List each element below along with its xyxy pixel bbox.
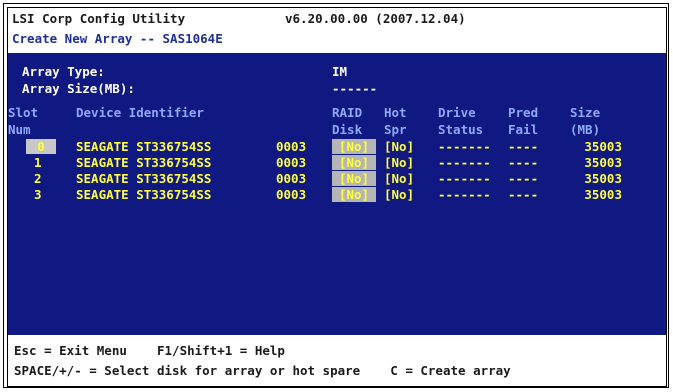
col-drive-header: Drive <box>438 105 476 120</box>
array-size-value: ------ <box>332 81 378 96</box>
col-pred-header: Pred <box>508 105 539 120</box>
screen-subtitle: Create New Array -- SAS1064E <box>12 31 223 46</box>
device-cell: SEAGATE ST336754SS <box>76 155 212 170</box>
rev-cell: 0003 <box>276 139 307 154</box>
pred-fail-cell: ---- <box>508 171 539 186</box>
pred-fail-cell: ---- <box>508 139 539 154</box>
raid-disk-cell[interactable]: [No] <box>332 155 376 170</box>
drive-status-cell: ------- <box>438 155 491 170</box>
size-cell: 35003 <box>584 155 622 170</box>
hot-spare-cell[interactable]: [No] <box>384 171 414 186</box>
col-slot-header-2: Num <box>8 122 31 137</box>
drive-status-cell: ------- <box>438 139 491 154</box>
version-label: v6.20.00.00 (2007.12.04) <box>285 11 466 26</box>
array-size-label: Array Size(MB): <box>22 81 135 96</box>
col-drive-header-2: Status <box>438 122 484 137</box>
col-pred-header-2: Fail <box>508 122 539 137</box>
col-device-header: Device Identifier <box>76 105 204 120</box>
size-cell: 35003 <box>584 187 622 202</box>
slot-cell[interactable]: 1 <box>34 155 42 170</box>
slot-cell[interactable]: 0 <box>26 139 56 154</box>
raid-disk-cell[interactable]: [No] <box>332 187 376 202</box>
size-cell: 35003 <box>584 171 622 186</box>
pred-fail-cell: ---- <box>508 155 539 170</box>
header-bar: LSI Corp Config Utility v6.20.00.00 (200… <box>8 8 666 53</box>
raid-disk-cell[interactable]: [No] <box>332 171 376 186</box>
rev-cell: 0003 <box>276 171 307 186</box>
array-type-label: Array Type: <box>22 64 105 79</box>
hot-spare-cell[interactable]: [No] <box>384 187 414 202</box>
slot-cell[interactable]: 3 <box>34 187 42 202</box>
col-hot-header-2: Spr <box>384 122 407 137</box>
device-cell: SEAGATE ST336754SS <box>76 139 212 154</box>
col-slot-header: Slot <box>8 105 39 120</box>
size-cell: 35003 <box>584 139 622 154</box>
help-footer: Esc = Exit Menu F1/Shift+1 = Help SPACE/… <box>8 335 666 386</box>
col-raid-header-2: Disk <box>332 122 363 137</box>
array-type-value: IM <box>332 64 348 79</box>
help-line-2: SPACE/+/- = Select disk for array or hot… <box>14 363 511 378</box>
drive-status-cell: ------- <box>438 171 491 186</box>
bios-screen: LSI Corp Config Utility v6.20.00.00 (200… <box>7 7 667 387</box>
help-line-1: Esc = Exit Menu F1/Shift+1 = Help <box>14 343 285 358</box>
slot-cell[interactable]: 2 <box>34 171 42 186</box>
col-size-header-2: (MB) <box>570 122 601 137</box>
rev-cell: 0003 <box>276 187 307 202</box>
device-cell: SEAGATE ST336754SS <box>76 187 212 202</box>
rev-cell: 0003 <box>276 155 307 170</box>
app-title: LSI Corp Config Utility <box>12 11 186 26</box>
raid-disk-cell[interactable]: [No] <box>332 139 376 154</box>
device-cell: SEAGATE ST336754SS <box>76 171 212 186</box>
hot-spare-cell[interactable]: [No] <box>384 155 414 170</box>
pred-fail-cell: ---- <box>508 187 539 202</box>
col-hot-header: Hot <box>384 105 407 120</box>
col-size-header: Size <box>570 105 601 120</box>
hot-spare-cell[interactable]: [No] <box>384 139 414 154</box>
col-raid-header: RAID <box>332 105 363 120</box>
drive-status-cell: ------- <box>438 187 491 202</box>
